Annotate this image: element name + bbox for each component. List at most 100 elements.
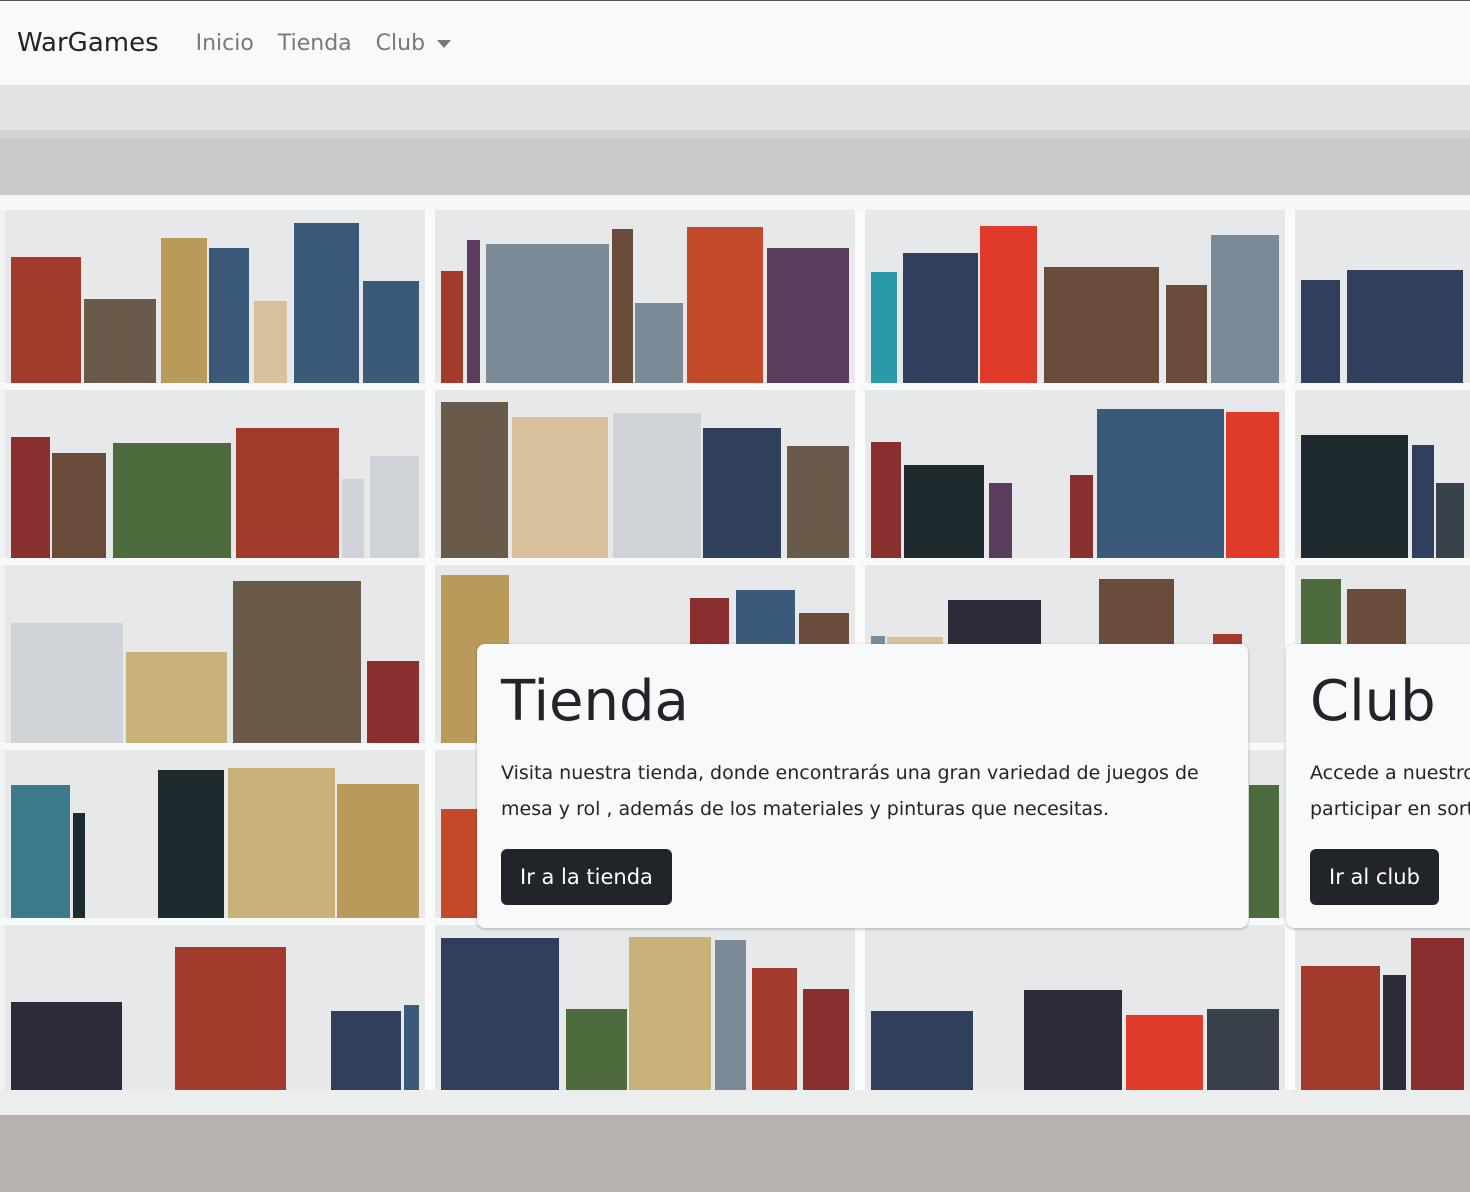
game-box <box>370 456 419 558</box>
game-box <box>404 1005 419 1090</box>
wooden-floor <box>0 1105 1470 1192</box>
game-box <box>367 661 419 743</box>
game-box <box>236 428 339 558</box>
tienda-title: Tienda <box>501 669 689 734</box>
board-game-shelves-image <box>0 85 1470 1192</box>
game-box <box>871 442 901 558</box>
game-box <box>871 272 897 383</box>
game-box <box>363 281 419 383</box>
game-box <box>767 248 849 383</box>
game-box <box>512 417 608 558</box>
game-box <box>73 813 85 918</box>
shelf-divider <box>425 195 435 1115</box>
game-box <box>11 257 81 383</box>
game-box <box>1301 435 1408 558</box>
game-box <box>1347 270 1463 383</box>
game-box <box>161 238 207 383</box>
navbar: WarGames Inicio Tienda Club <box>0 0 1470 85</box>
game-box <box>1024 990 1122 1090</box>
nav-links: Inicio Tienda Club <box>196 31 475 56</box>
game-box <box>1211 235 1279 383</box>
game-box <box>1166 285 1207 383</box>
game-box <box>1070 475 1093 558</box>
game-box <box>11 785 70 918</box>
game-box <box>1207 1009 1279 1090</box>
game-box <box>254 301 287 383</box>
game-box <box>342 479 364 558</box>
game-box <box>1126 1015 1203 1090</box>
shelf-plank <box>1290 558 1470 565</box>
game-box <box>84 299 156 383</box>
shelf-plank <box>0 918 430 925</box>
nav-link-tienda[interactable]: Tienda <box>278 31 352 56</box>
game-box <box>871 1011 973 1090</box>
game-box <box>11 1002 122 1090</box>
game-box <box>1226 412 1279 558</box>
game-box <box>113 443 231 558</box>
game-box <box>612 229 633 383</box>
game-box <box>337 784 419 918</box>
game-box <box>294 223 359 383</box>
game-box <box>52 453 106 558</box>
go-to-shop-button[interactable]: Ir a la tienda <box>501 848 672 905</box>
game-box <box>1097 409 1224 558</box>
tienda-description: Visita nuestra tienda, donde encontrarás… <box>501 761 1199 820</box>
game-box <box>441 402 508 558</box>
club-description-line-1: Accede a nuestro <box>1310 761 1470 784</box>
game-box <box>331 1011 401 1090</box>
game-box <box>1249 785 1279 918</box>
game-box <box>209 248 249 383</box>
hero-carousel: Tienda Visita nuestra tienda, donde enco… <box>0 85 1470 1192</box>
tienda-card: Tienda Visita nuestra tienda, donde enco… <box>477 644 1248 928</box>
game-box <box>752 968 797 1090</box>
shelf-plank <box>0 558 430 565</box>
game-box <box>613 413 701 558</box>
caret-down-icon <box>437 40 452 48</box>
game-box <box>233 581 361 743</box>
shelf-plank <box>430 383 860 390</box>
game-box <box>1411 938 1464 1090</box>
game-box <box>126 652 227 743</box>
shelf-plank <box>860 383 1290 390</box>
game-box <box>787 446 849 558</box>
shelf-plank <box>1290 383 1470 390</box>
game-box <box>989 483 1012 558</box>
game-box <box>1412 445 1434 558</box>
game-box <box>11 437 50 558</box>
game-box <box>1436 483 1464 558</box>
nav-link-club-label: Club <box>375 30 426 56</box>
nav-link-inicio[interactable]: Inicio <box>196 31 254 56</box>
game-box <box>158 770 224 918</box>
game-box <box>803 989 849 1090</box>
game-box <box>1383 975 1406 1090</box>
nav-dropdown-club[interactable]: Club <box>375 30 452 56</box>
game-box <box>629 937 711 1090</box>
club-title: Club <box>1310 669 1436 734</box>
club-description-line-2: participar en sorte <box>1310 797 1470 820</box>
game-box <box>175 947 286 1090</box>
game-box <box>1301 280 1340 383</box>
game-box <box>441 271 463 383</box>
go-to-club-button[interactable]: Ir al club <box>1310 848 1439 905</box>
shelf-base <box>0 1090 1470 1115</box>
shelf-plank <box>0 383 430 390</box>
shelf-plank <box>0 743 430 750</box>
club-description: Accede a nuestro participar en sorte <box>1310 755 1470 827</box>
game-box <box>566 1009 627 1090</box>
game-box <box>904 465 984 558</box>
game-box <box>11 623 123 743</box>
game-box <box>635 303 683 383</box>
game-box <box>1301 966 1380 1090</box>
game-box <box>980 226 1037 383</box>
game-box <box>687 227 763 383</box>
club-card: Club Accede a nuestro participar en sorte… <box>1286 644 1470 928</box>
shelf-plank <box>430 558 860 565</box>
shelf-plank <box>860 558 1290 565</box>
game-box <box>486 244 609 383</box>
game-box <box>467 240 480 383</box>
shelf-top-edge <box>0 195 1470 210</box>
game-box <box>228 768 335 918</box>
brand-logo[interactable]: WarGames <box>17 28 159 58</box>
game-box <box>1044 267 1159 383</box>
ceiling-molding-shadow <box>0 130 1470 138</box>
